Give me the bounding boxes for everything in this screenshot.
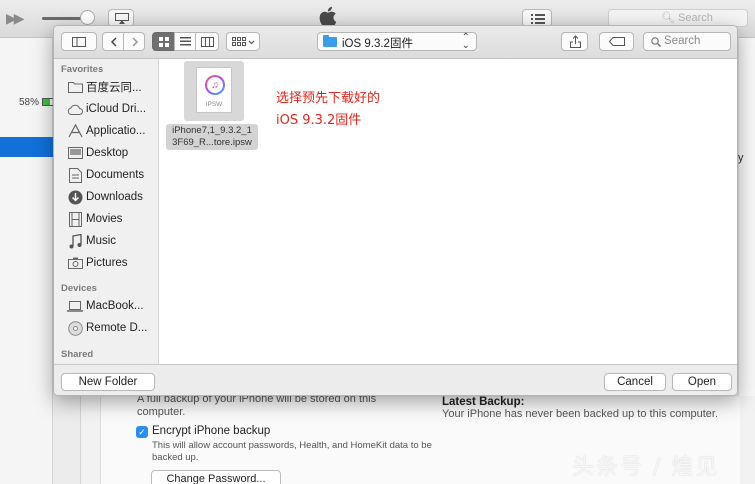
sidebar-item-label: Applicatio... — [86, 125, 146, 137]
arrange-menu-button[interactable] — [226, 32, 260, 51]
dialog-footer: New Folder Cancel Open — [54, 364, 737, 395]
change-password-button[interactable]: Change Password... — [151, 470, 281, 484]
sidebar-item-baidu[interactable]: 百度云同... — [67, 78, 159, 96]
dialog-toolbar: iOS 9.3.2固件 ⌃ ⌄ — [54, 26, 737, 59]
right-panel-text: y — [738, 152, 744, 164]
search-icon — [651, 37, 661, 47]
annotation-text: 选择预先下载好的 iOS 9.3.2固件 — [276, 88, 380, 132]
sidebar-item-music[interactable]: Music — [67, 232, 159, 250]
airplay-icon — [115, 13, 129, 24]
sidebar-item-label: Movies — [86, 213, 123, 225]
popup-arrows-icon: ⌃ ⌄ — [461, 32, 470, 51]
downloads-icon — [68, 190, 82, 204]
annotation-line2: iOS 9.3.2固件 — [276, 113, 362, 128]
dialog-search-field[interactable] — [643, 32, 731, 51]
list-icon — [531, 14, 545, 24]
ipsw-file-icon: ♫ IPSW — [196, 67, 232, 113]
sidebar-item-label: MacBook... — [86, 300, 144, 312]
arrange-icon — [232, 37, 255, 46]
movies-icon — [68, 211, 82, 227]
itunes-badge-icon: ♫ — [205, 75, 225, 95]
documents-icon — [68, 167, 82, 183]
share-button[interactable] — [561, 32, 588, 51]
sidebar-item-remote-disc[interactable]: Remote D... — [67, 319, 159, 337]
folder-icon — [323, 35, 337, 47]
back-button[interactable] — [102, 32, 124, 51]
list-icon — [180, 37, 191, 46]
encrypt-backup-label[interactable]: Encrypt iPhone backup — [152, 425, 270, 437]
folder-icon — [67, 82, 83, 93]
sidebar-item-macbook[interactable]: MacBook... — [67, 297, 159, 315]
chevron-left-icon — [110, 37, 117, 47]
latest-backup-text: Your iPhone has never been backed up to … — [442, 408, 719, 420]
itunes-right-panel — [738, 38, 755, 396]
sidebar-toggle-button[interactable] — [61, 32, 97, 51]
itunes-search-placeholder: Search — [678, 12, 713, 24]
battery-percent: 58% — [19, 97, 40, 108]
sidebar-item-label: 百度云同... — [86, 82, 142, 94]
watermark: 头条号 / 煌见 — [572, 455, 720, 480]
sidebar-item-applications[interactable]: Applicatio... — [67, 122, 159, 140]
sidebar-icon — [72, 37, 86, 47]
sidebar-item-label: Downloads — [86, 191, 143, 203]
open-button[interactable]: Open — [672, 373, 732, 391]
grid-icon — [159, 37, 169, 47]
sidebar-item-downloads[interactable]: Downloads — [67, 188, 159, 206]
sidebar-item-pictures[interactable]: Pictures — [67, 254, 159, 272]
file-name-line2: 3F69_R...tore.ipsw — [172, 137, 252, 148]
sidebar-item-label: Music — [86, 235, 117, 247]
open-file-dialog: iOS 9.3.2固件 ⌃⌄ Favorites 百度云同... iCloud … — [53, 25, 738, 396]
file-extension-label: IPSW — [205, 101, 223, 108]
sidebar-item-label: iCloud Dri... — [86, 103, 147, 115]
chevron-right-icon — [132, 37, 139, 47]
encrypt-backup-description: This will allow account passwords, Healt… — [152, 440, 432, 463]
cancel-button[interactable]: Cancel — [604, 373, 666, 391]
location-popup[interactable]: iOS 9.3.2固件 ⌃ ⌄ — [317, 32, 477, 51]
dialog-sidebar: Favorites 百度云同... iCloud Dri... Applicat… — [54, 59, 159, 364]
tag-button[interactable] — [599, 32, 634, 51]
sidebar-item-icloud-drive[interactable]: iCloud Dri... — [67, 100, 159, 118]
sidebar-item-label: Documents — [86, 169, 145, 181]
file-browser: ♫ IPSW iPhone7,1_9.3.2_1 3F69_R...tore.i… — [160, 59, 737, 364]
desktop-icon — [67, 147, 83, 159]
column-view-button[interactable] — [195, 32, 219, 51]
sidebar-item-label: Desktop — [86, 147, 129, 159]
sidebar-item-movies[interactable]: Movies — [67, 210, 159, 228]
sidebar-item-label: Remote D... — [86, 322, 148, 334]
applications-icon — [67, 124, 83, 138]
file-name-line1: iPhone7,1_9.3.2_1 — [172, 125, 252, 136]
devices-header: Devices — [61, 283, 97, 294]
file-name: iPhone7,1_9.3.2_1 3F69_R...tore.ipsw — [166, 124, 258, 150]
annotation-line1: 选择预先下载好的 — [276, 91, 381, 106]
cloud-icon — [67, 104, 83, 115]
sidebar-item-label: Pictures — [86, 257, 128, 269]
forward-button[interactable] — [123, 32, 145, 51]
laptop-icon — [67, 300, 83, 312]
share-icon — [570, 35, 581, 48]
icon-view-button[interactable] — [152, 32, 175, 51]
favorites-header: Favorites — [61, 64, 104, 75]
sidebar-selected-item[interactable] — [0, 137, 53, 157]
search-icon: 🔍︎ — [661, 12, 675, 24]
disc-icon — [67, 320, 83, 336]
backup-description: A full backup of your iPhone will be sto… — [137, 393, 377, 418]
encrypt-backup-checkbox[interactable]: ✓ — [136, 426, 148, 438]
new-folder-button[interactable]: New Folder — [61, 373, 155, 391]
shared-header: Shared — [61, 349, 94, 360]
file-item-ipsw[interactable]: ♫ IPSW iPhone7,1_9.3.2_1 3F69_R...tore.i… — [166, 60, 258, 150]
music-icon — [69, 233, 82, 248]
sidebar-item-desktop[interactable]: Desktop — [67, 144, 159, 162]
tag-icon — [609, 37, 625, 46]
list-view-button-dialog[interactable] — [174, 32, 196, 51]
location-label: iOS 9.3.2固件 — [342, 38, 413, 50]
columns-icon — [201, 37, 214, 47]
dialog-search-input[interactable] — [664, 35, 728, 47]
pictures-icon — [67, 257, 83, 269]
volume-slider-knob[interactable] — [80, 10, 95, 25]
fast-forward-icon[interactable]: ▶▶ — [6, 10, 24, 27]
latest-backup-title: Latest Backup: — [442, 396, 525, 408]
sidebar-item-documents[interactable]: Documents — [67, 166, 159, 184]
